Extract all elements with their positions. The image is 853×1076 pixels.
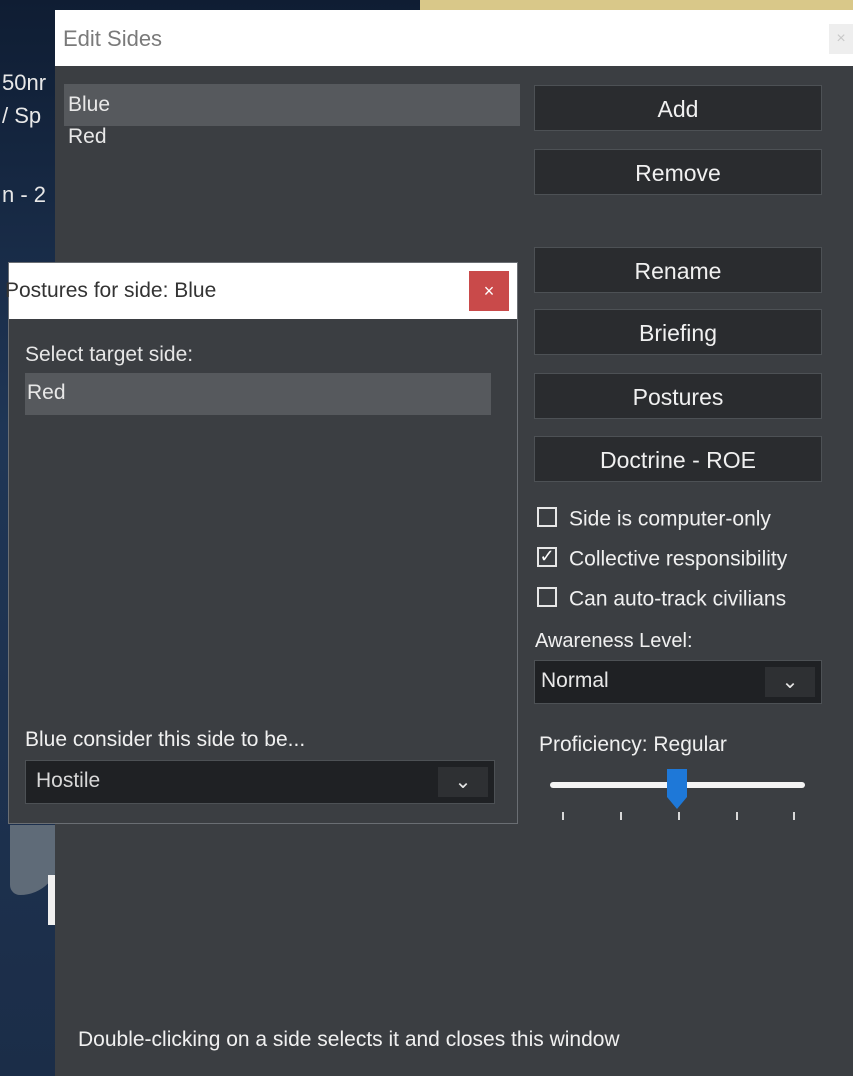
slider-tick [562, 812, 564, 820]
proficiency-slider-thumb[interactable] [665, 767, 689, 811]
sides-list[interactable]: Blue Red [64, 84, 520, 204]
check-icon[interactable]: ✓ [537, 547, 557, 568]
add-button[interactable]: Add [534, 85, 822, 131]
postures-title: Postures for side: Blue [5, 279, 217, 302]
background-strip [420, 0, 853, 10]
list-item-target-red[interactable]: Red [27, 381, 66, 405]
target-side-list[interactable]: Red [25, 373, 491, 415]
auto-track-civilians-checkbox[interactable]: Can auto-track civilians [537, 587, 786, 617]
close-icon[interactable]: × [829, 24, 853, 54]
edit-sides-titlebar[interactable]: Edit Sides × [55, 10, 853, 66]
checkbox-box[interactable] [537, 587, 557, 608]
footer-hint: Double-clicking on a side selects it and… [78, 1028, 620, 1051]
checkbox-box[interactable] [537, 507, 557, 528]
proficiency-label: Proficiency: Regular [539, 733, 727, 756]
awareness-level-select[interactable]: Normal ⌄ [534, 660, 822, 704]
list-item-side-blue[interactable]: Blue [64, 84, 520, 126]
edit-sides-title: Edit Sides [63, 26, 163, 51]
awareness-level-value: Normal [541, 669, 609, 692]
posture-value: Hostile [36, 769, 101, 792]
close-icon[interactable]: × [469, 271, 509, 311]
consider-label: Blue consider this side to be... [25, 728, 306, 751]
postures-titlebar[interactable]: Postures for side: Blue × [5, 263, 517, 319]
computer-only-checkbox[interactable]: Side is computer-only [537, 507, 771, 537]
briefing-button[interactable]: Briefing [534, 309, 822, 355]
doctrine-roe-button[interactable]: Doctrine - ROE [534, 436, 822, 482]
checkbox-label: Can auto-track civilians [569, 587, 787, 611]
postures-button[interactable]: Postures [534, 373, 822, 419]
select-target-side-label: Select target side: [25, 343, 194, 366]
background-text-3: n - 2 [2, 182, 47, 207]
chevron-down-icon[interactable]: ⌄ [765, 667, 815, 697]
background-text-1: 50nr [2, 70, 47, 95]
posture-select[interactable]: Hostile ⌄ [25, 760, 495, 804]
slider-tick [678, 812, 680, 820]
checkbox-label: Side is computer-only [569, 507, 771, 531]
awareness-level-label: Awareness Level: [535, 630, 693, 652]
list-item-side-red[interactable]: Red [64, 126, 520, 156]
chevron-down-icon[interactable]: ⌄ [438, 767, 488, 797]
background-text-2: / Sp [2, 103, 42, 128]
remove-button[interactable]: Remove [534, 149, 822, 195]
checkbox-label: Collective responsibility [569, 547, 788, 571]
postures-window: Postures for side: Blue × Select target … [5, 262, 518, 824]
slider-tick [620, 812, 622, 820]
slider-tick [793, 812, 795, 820]
slider-tick [736, 812, 738, 820]
collective-responsibility-checkbox[interactable]: ✓ Collective responsibility [537, 547, 787, 577]
rename-button[interactable]: Rename [534, 247, 822, 293]
